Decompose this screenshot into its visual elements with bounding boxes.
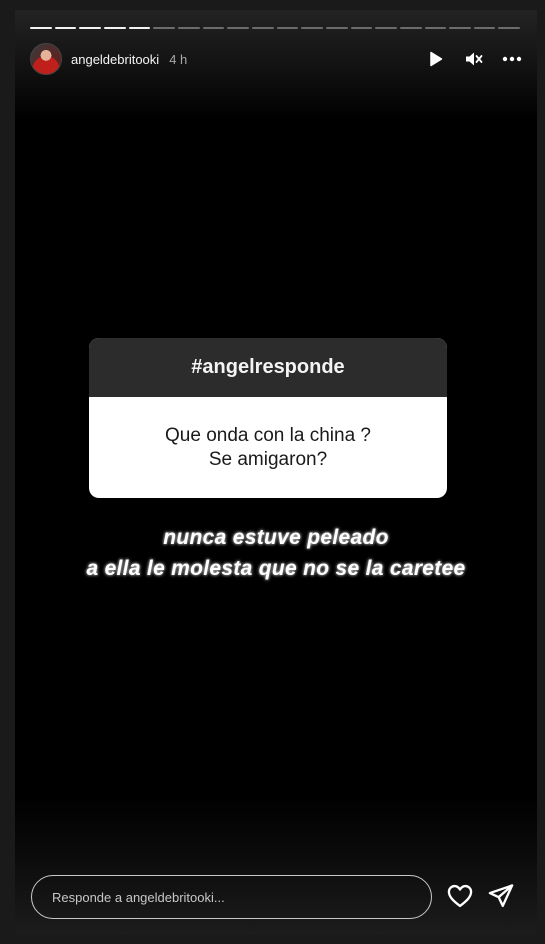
caption-line-1: nunca estuve peleado xyxy=(163,526,389,549)
play-button[interactable] xyxy=(426,49,446,69)
sticker-question: Que onda con la china ? Se amigaron? xyxy=(89,397,447,498)
more-options-icon xyxy=(502,56,522,62)
story-caption: nunca estuve peleado a ella le molesta q… xyxy=(15,522,537,584)
progress-segment xyxy=(473,27,496,29)
progress-segment xyxy=(227,27,249,29)
progress-segment xyxy=(325,27,348,29)
progress-segment xyxy=(153,27,175,29)
avatar[interactable] xyxy=(30,43,62,75)
mute-button[interactable] xyxy=(464,49,484,69)
more-options-button[interactable] xyxy=(502,49,522,69)
progress-segment xyxy=(276,27,299,29)
story-header: angeldebritooki 4 h xyxy=(30,43,522,75)
question-line-2: Se amigaron? xyxy=(208,448,328,470)
progress-segment xyxy=(498,27,521,29)
send-button[interactable] xyxy=(487,882,515,910)
story-controls xyxy=(426,49,522,69)
progress-segment xyxy=(251,27,274,29)
progress-segment xyxy=(54,27,77,29)
reply-box[interactable] xyxy=(31,875,432,919)
progress-segment xyxy=(399,27,422,29)
progress-segment xyxy=(79,27,101,29)
progress-segment xyxy=(350,27,373,29)
play-icon xyxy=(430,51,443,67)
progress-segment xyxy=(301,27,323,29)
sticker-title: #angelresponde xyxy=(89,338,447,397)
progress-segment xyxy=(128,27,151,29)
progress-segment xyxy=(202,27,225,29)
question-sticker: #angelresponde Que onda con la china ? S… xyxy=(89,338,447,498)
progress-segment xyxy=(30,27,52,29)
caption-line-2: a ella le molesta que no se la caretee xyxy=(86,557,466,580)
story-viewer: angeldebritooki 4 h #angelresponde Que o… xyxy=(15,10,537,935)
story-progress-bar xyxy=(30,27,521,30)
progress-segment xyxy=(424,27,447,29)
username[interactable]: angeldebritooki xyxy=(71,52,159,67)
send-icon xyxy=(488,884,514,908)
progress-segment xyxy=(375,27,397,29)
mute-icon xyxy=(466,52,483,66)
like-button[interactable] xyxy=(446,882,474,910)
progress-segment xyxy=(103,27,126,29)
question-line-1: Que onda con la china ? xyxy=(165,424,371,446)
heart-icon xyxy=(447,884,473,908)
progress-segment xyxy=(449,27,471,29)
progress-segment xyxy=(177,27,200,29)
timestamp: 4 h xyxy=(169,51,188,67)
reply-input[interactable] xyxy=(52,889,431,905)
